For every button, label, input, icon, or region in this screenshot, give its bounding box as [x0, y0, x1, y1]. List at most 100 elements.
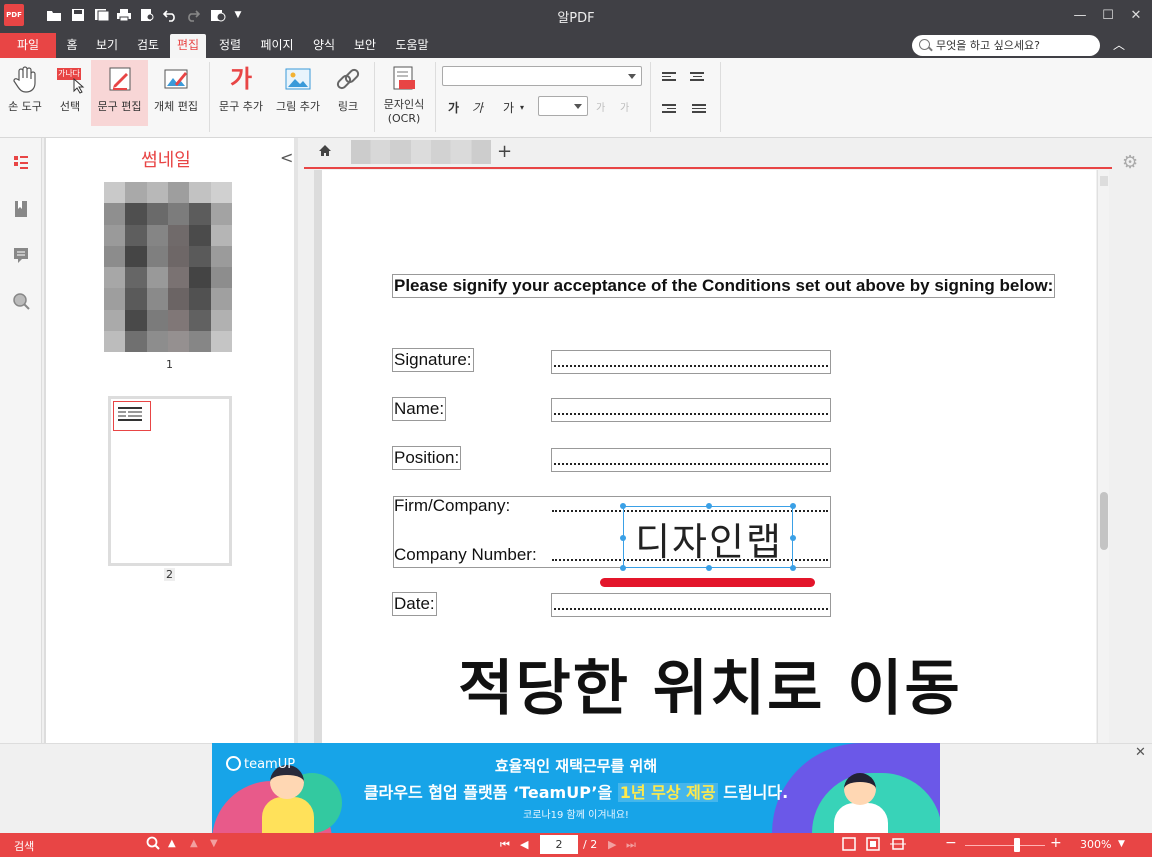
banner-close-icon[interactable]: ✕	[1135, 745, 1146, 760]
add-tab-button[interactable]: +	[497, 141, 512, 162]
menu-page[interactable]: 페이지	[254, 34, 300, 58]
command-search-placeholder: 무엇을 하고 싶으세요?	[936, 39, 1040, 52]
bold-button[interactable]: 가	[448, 99, 459, 116]
link-button[interactable]: 링크	[328, 60, 368, 126]
position-label[interactable]: Position:	[392, 446, 462, 470]
selected-text-box[interactable]: 디자인랩	[620, 503, 796, 571]
acceptance-heading[interactable]: Please signify your acceptance of the Co…	[392, 274, 1056, 298]
zoom-out-icon[interactable]: −	[945, 835, 957, 851]
next-page-icon[interactable]: ▶	[608, 838, 616, 851]
status-search-label[interactable]: 검색	[14, 838, 34, 854]
search-up-disabled-icon[interactable]: ▲	[190, 838, 198, 849]
resize-handle[interactable]	[706, 503, 712, 509]
name-line[interactable]	[551, 398, 831, 422]
ad-banner[interactable]: teamUP 효율적인 재택근무를 위해 클라우드 협업 플랫폼 ‘TeamUP…	[212, 743, 940, 833]
date-line[interactable]	[551, 593, 831, 617]
prev-page-icon[interactable]: ◀	[520, 838, 528, 851]
command-search-input[interactable]: 무엇을 하고 싶으세요?	[912, 35, 1100, 56]
minimize-icon[interactable]: —	[1068, 4, 1092, 26]
edit-text-button[interactable]: 문구 편집	[91, 60, 148, 126]
resize-handle[interactable]	[620, 535, 626, 541]
select-label: 선택	[59, 100, 81, 113]
align-right-icon[interactable]	[662, 104, 676, 116]
scrollbar-thumb[interactable]	[1100, 492, 1108, 550]
document-tab[interactable]	[351, 140, 491, 164]
align-justify-icon[interactable]	[692, 104, 706, 116]
close-icon[interactable]: ✕	[1124, 4, 1148, 26]
align-left-icon[interactable]	[662, 72, 676, 84]
menu-home[interactable]: 홈	[60, 34, 84, 58]
zoom-dropdown-icon[interactable]: ▼	[1118, 839, 1125, 849]
italic-button[interactable]: 가	[472, 99, 483, 116]
add-image-icon	[283, 64, 313, 94]
position-line[interactable]	[551, 448, 831, 472]
search-down-disabled-icon[interactable]: ▼	[210, 838, 218, 849]
status-bar: 검색 ▲ ▲ ▼ ⏮ ◀ 2 / 2 ▶ ⏭ − + 300% ▼	[0, 833, 1152, 857]
first-page-icon[interactable]: ⏮	[500, 838, 510, 852]
bookmark-icon[interactable]	[12, 200, 30, 218]
menu-security[interactable]: 보안	[347, 34, 383, 58]
menu-form[interactable]: 양식	[306, 34, 342, 58]
resize-handle[interactable]	[706, 565, 712, 571]
document-tab-bar: +	[304, 138, 1112, 168]
status-search-icon[interactable]	[146, 836, 160, 853]
comment-icon[interactable]	[12, 246, 30, 264]
name-label[interactable]: Name:	[392, 397, 447, 421]
zoom-in-icon[interactable]: +	[1050, 835, 1062, 851]
shrink-font-button[interactable]: 가	[620, 99, 629, 114]
page-thumbnail-2[interactable]	[108, 396, 232, 566]
resize-handle[interactable]	[620, 565, 626, 571]
thumbnail-icon[interactable]	[12, 154, 30, 172]
page-thumbnail-number: 1	[166, 358, 173, 371]
signature-line[interactable]	[551, 350, 831, 374]
font-family-select[interactable]	[442, 66, 642, 86]
fit-page-icon[interactable]	[866, 837, 880, 854]
menu-help[interactable]: 도움말	[388, 34, 436, 58]
page-thumbnail-1[interactable]	[104, 182, 232, 352]
resize-handle[interactable]	[790, 565, 796, 571]
scroll-up-arrow[interactable]	[1100, 176, 1108, 186]
date-label[interactable]: Date:	[392, 592, 437, 616]
selected-text[interactable]: 디자인랩	[624, 511, 794, 566]
settings-gear-icon[interactable]: ⚙	[1122, 152, 1138, 173]
signature-label[interactable]: Signature:	[392, 348, 474, 372]
zoom-slider-knob[interactable]	[1014, 838, 1020, 852]
select-button[interactable]: 가나다 선택	[50, 60, 90, 126]
font-color-dropdown-icon[interactable]: ▾	[520, 103, 524, 112]
single-page-view-icon[interactable]	[842, 837, 856, 854]
menu-edit[interactable]: 편집	[170, 34, 206, 58]
zoom-slider-track[interactable]	[965, 845, 1045, 846]
hand-tool-button[interactable]: 손 도구	[2, 60, 48, 126]
add-text-button[interactable]: 가 문구 추가	[214, 60, 268, 126]
last-page-icon[interactable]: ⏭	[626, 838, 636, 852]
menu-view[interactable]: 보기	[90, 34, 124, 58]
font-size-select[interactable]	[538, 96, 588, 116]
search-prev-icon[interactable]: ▲	[168, 838, 176, 849]
title-bar: PDF ▼ 알PDF — ☐ ✕	[0, 0, 1152, 30]
edit-object-button[interactable]: 개체 편집	[150, 60, 202, 126]
resize-handle[interactable]	[790, 535, 796, 541]
current-page-input[interactable]: 2	[540, 835, 578, 854]
collapse-ribbon-icon[interactable]: ︿	[1113, 36, 1125, 53]
resize-handle[interactable]	[790, 503, 796, 509]
menu-file[interactable]: 파일	[0, 33, 56, 58]
edit-object-label: 개체 편집	[154, 100, 198, 113]
fit-width-icon[interactable]	[890, 837, 906, 854]
maximize-icon[interactable]: ☐	[1096, 4, 1120, 26]
ocr-button[interactable]: 문자인식 (OCR)	[378, 60, 430, 132]
resize-handle[interactable]	[620, 503, 626, 509]
search-icon[interactable]	[12, 292, 30, 310]
collapse-panel-icon[interactable]: <	[280, 148, 293, 167]
chevron-down-icon	[628, 74, 636, 79]
home-tab-icon[interactable]	[318, 144, 332, 161]
align-center-icon[interactable]	[690, 72, 704, 84]
grow-font-button[interactable]: 가	[596, 99, 605, 114]
font-color-button[interactable]: 가	[503, 99, 514, 116]
add-image-button[interactable]: 그림 추가	[270, 60, 326, 126]
edit-text-icon	[105, 64, 135, 94]
menu-arrange[interactable]: 정렬	[212, 34, 248, 58]
menu-review[interactable]: 검토	[130, 34, 166, 58]
zoom-level[interactable]: 300%	[1080, 838, 1111, 851]
vertical-scrollbar[interactable]	[1097, 170, 1109, 743]
chevron-down-icon	[574, 104, 582, 109]
